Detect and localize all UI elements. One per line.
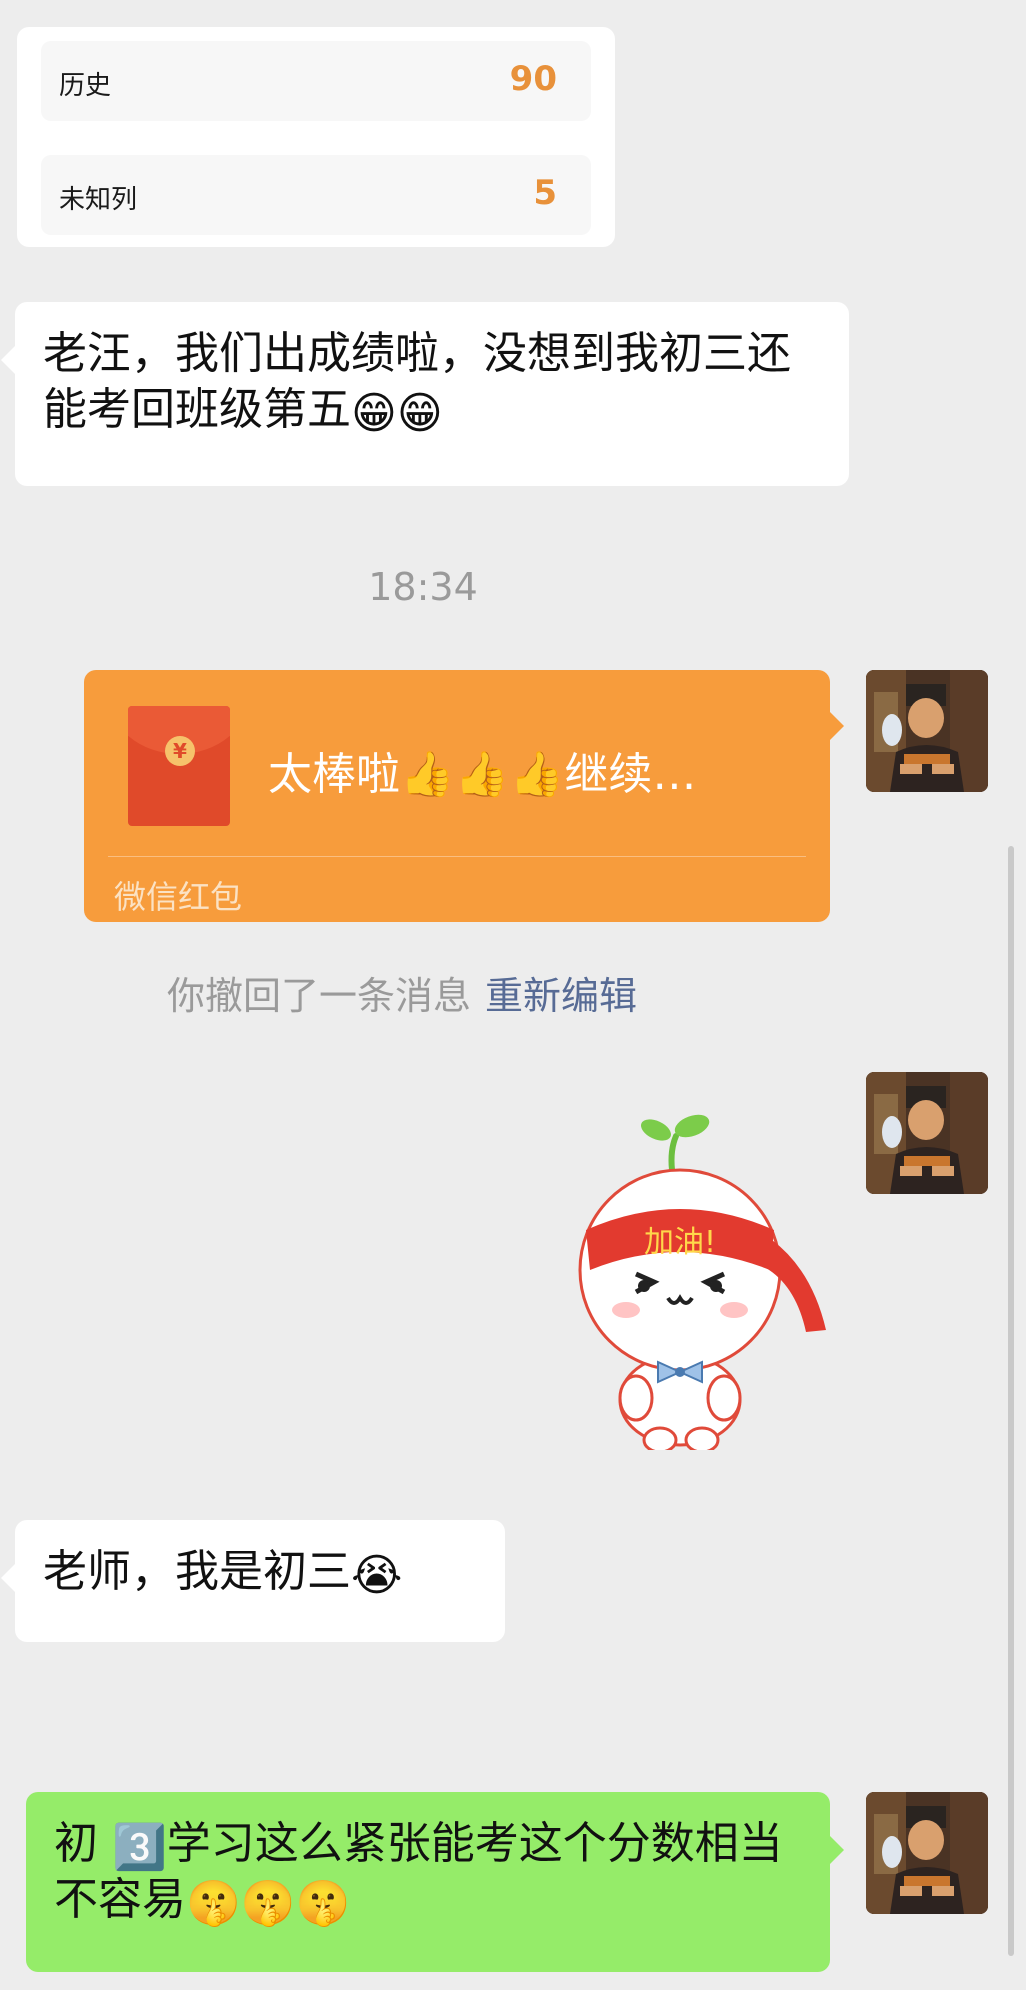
red-packet-label: 微信红包 <box>114 878 243 916</box>
message-timestamp: 18:34 <box>368 565 478 609</box>
message-text: 老师，我是初三 <box>43 1546 351 1597</box>
avatar[interactable] <box>866 1072 988 1194</box>
shush-emoji-icon: 🤫 <box>186 1878 241 1929</box>
avatar[interactable] <box>866 1792 988 1914</box>
laugh-cry-emoji-icon: 😭 <box>351 1550 403 1601</box>
grin-emoji-icon: 😁 <box>351 388 397 439</box>
message-prefix: 初 <box>54 1818 98 1869</box>
sticker-headband-text: 加油! <box>644 1225 716 1260</box>
divider <box>108 856 806 857</box>
shush-emoji-icon: 🤫 <box>295 1878 351 1929</box>
shush-emoji-icon: 🤫 <box>240 1878 296 1929</box>
coin-icon: ¥ <box>165 736 195 766</box>
message-bubble-teacher[interactable]: 初 3️⃣学习这么紧张能考这个分数相当不容易🤫🤫🤫 <box>26 1792 844 1972</box>
score-row-unknown: 未知列 5 <box>41 155 591 235</box>
recall-text: 你撤回了一条消息 <box>167 974 472 1018</box>
score-value: 5 <box>533 173 557 213</box>
grin-emoji-icon: 😁 <box>396 388 443 439</box>
subject-label: 未知列 <box>59 185 138 215</box>
cheer-sticker-icon: 加油! <box>578 1114 826 1454</box>
message-bubble-student[interactable]: 老汪，我们出成绩啦，没想到我初三还能考回班级第五😁😁 <box>1 302 849 486</box>
avatar[interactable] <box>866 670 988 792</box>
sticker-message[interactable]: 加油! <box>560 1100 840 1454</box>
score-card: 历史 90 未知列 5 <box>17 27 615 247</box>
keycap-three-icon: 3️⃣ <box>112 1822 167 1873</box>
recall-notice: 你撤回了一条消息 重新编辑 <box>167 965 637 1020</box>
subject-label: 历史 <box>59 71 112 101</box>
re-edit-link[interactable]: 重新编辑 <box>485 974 637 1018</box>
score-value: 90 <box>509 59 557 99</box>
red-envelope-icon: ¥ <box>128 706 230 826</box>
red-packet-greeting: 太棒啦👍👍👍继续… <box>268 749 697 800</box>
red-packet-message[interactable]: ¥ 太棒啦👍👍👍继续… 微信红包 <box>84 670 844 922</box>
message-bubble-student[interactable]: 老师，我是初三😭 <box>1 1520 505 1642</box>
scrollbar[interactable] <box>1008 846 1014 1956</box>
score-row-history: 历史 90 <box>41 41 591 121</box>
